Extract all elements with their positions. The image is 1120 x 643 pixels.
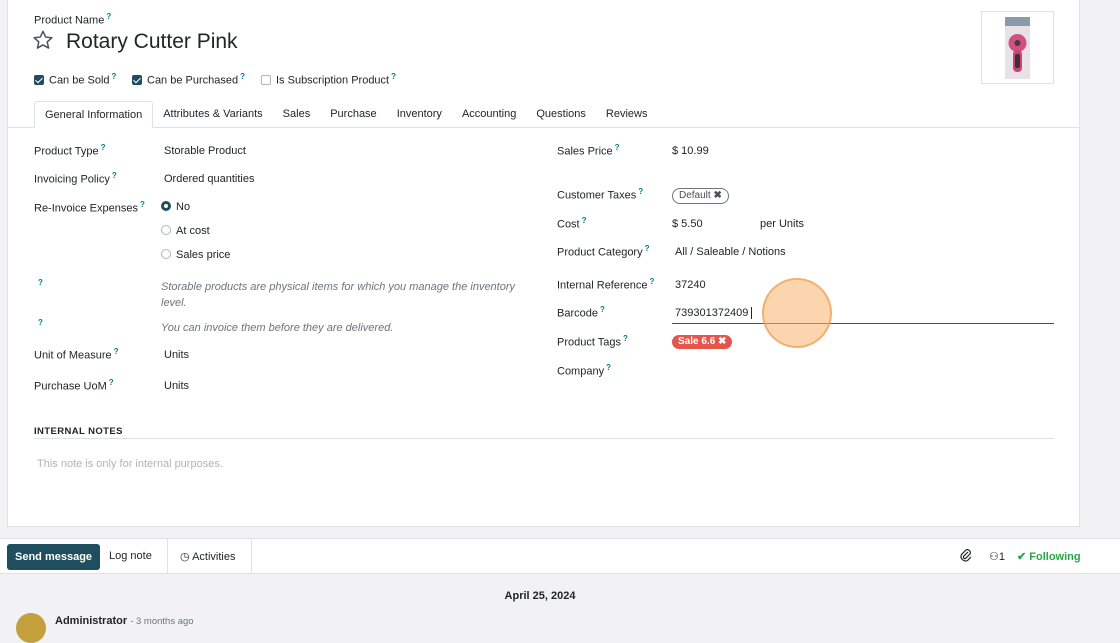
help-icon[interactable]: ? [38, 278, 43, 287]
customer-tax-badge[interactable]: Default ✖ [672, 188, 729, 204]
divider [251, 539, 252, 574]
checkbox-is-subscription[interactable]: Is Subscription Product? [261, 72, 396, 87]
cost-unit-text: per Units [760, 218, 805, 230]
internal-notes-title: INTERNAL NOTES [34, 426, 123, 437]
checkbox-checked-icon[interactable] [34, 74, 44, 85]
following-button[interactable]: ✔ Following [1017, 550, 1081, 563]
chatter-topbar: Send message Log note ◷ Activities ⚇1 ✔ … [0, 538, 1120, 574]
product-tags-label: Product Tags? [557, 334, 628, 349]
followers-button[interactable]: ⚇1 [989, 550, 1005, 563]
cost-field[interactable]: $ 5.50 [672, 218, 703, 230]
sales-price-label: Sales Price? [557, 143, 620, 158]
checkbox-checked-icon[interactable] [132, 74, 142, 85]
cost-label: Cost? [557, 216, 587, 231]
message-author-line: Administrator - 3 months ago [55, 615, 194, 627]
message-time: - 3 months ago [130, 616, 194, 627]
invoicing-policy-label: Invoicing Policy? [34, 171, 117, 186]
radio-at-cost[interactable]: At cost [161, 225, 210, 237]
checkbox-can-be-sold[interactable]: Can be Sold? [34, 72, 116, 87]
purchase-uom-label: Purchase UoM? [34, 378, 114, 393]
barcode-input[interactable]: 739301372409 [672, 304, 1054, 324]
radio-no[interactable]: No [161, 201, 190, 213]
text-cursor [751, 307, 752, 319]
reinvoice-expenses-label: Re-Invoice Expenses? [34, 200, 145, 215]
uom-label: Unit of Measure? [34, 347, 119, 362]
help-icon[interactable]: ? [106, 12, 111, 21]
tab-attributes-variants[interactable]: Attributes & Variants [153, 101, 272, 128]
log-note-button[interactable]: Log note [109, 550, 152, 562]
activities-button[interactable]: ◷ Activities [180, 550, 235, 563]
product-type-help-text: Storable products are physical items for… [161, 281, 516, 309]
invoicing-help-text: You can invoice them before they are del… [161, 322, 394, 334]
internal-notes-editor[interactable]: This note is only for internal purposes. [37, 458, 223, 470]
paperclip-icon[interactable] [959, 548, 972, 566]
checkmark-icon: ✔ [1017, 551, 1027, 563]
checkbox-can-be-purchased[interactable]: Can be Purchased? [132, 72, 245, 87]
notebook-tabs: General Information Attributes & Variant… [34, 101, 657, 128]
radio-selected-icon[interactable] [161, 201, 171, 211]
tab-questions[interactable]: Questions [526, 101, 596, 128]
sales-price-field[interactable]: $ 10.99 [672, 145, 709, 157]
product-name-field[interactable]: Rotary Cutter Pink [66, 30, 238, 54]
product-name-label: Product Name? [34, 12, 112, 27]
customer-taxes-label: Customer Taxes? [557, 187, 644, 202]
checkbox-unchecked-icon[interactable] [261, 74, 271, 85]
product-category-label: Product Category? [557, 244, 650, 259]
tab-purchase[interactable]: Purchase [320, 101, 386, 128]
clock-icon: ◷ [180, 551, 190, 563]
radio-sales-price[interactable]: Sales price [161, 249, 230, 261]
person-icon: ⚇ [989, 551, 999, 563]
favorite-star-icon[interactable] [32, 29, 54, 54]
internal-reference-label: Internal Reference? [557, 277, 655, 292]
tab-inventory[interactable]: Inventory [387, 101, 452, 128]
product-type-select[interactable]: Storable Product [164, 145, 246, 157]
tab-sales[interactable]: Sales [273, 101, 321, 128]
product-form-sheet: Product Name? Rotary Cutter Pink Can be … [7, 0, 1080, 527]
product-image[interactable] [981, 11, 1054, 84]
product-tag-badge[interactable]: Sale 6.6 ✖ [672, 335, 733, 349]
avatar[interactable] [16, 613, 46, 643]
internal-reference-field[interactable]: 37240 [675, 279, 706, 291]
message-date-separator: April 25, 2024 [504, 590, 576, 602]
notes-divider [34, 438, 1054, 439]
barcode-value: 739301372409 [675, 307, 749, 319]
uom-field[interactable]: Units [164, 349, 189, 361]
help-icon[interactable]: ? [38, 318, 43, 327]
radio-unselected-icon[interactable] [161, 249, 171, 259]
tab-accounting[interactable]: Accounting [452, 101, 526, 128]
product-type-label: Product Type? [34, 143, 106, 158]
tab-general-information[interactable]: General Information [34, 101, 154, 128]
send-message-button[interactable]: Send message [7, 544, 101, 570]
barcode-label: Barcode? [557, 305, 605, 320]
company-label: Company? [557, 363, 611, 378]
remove-tag-icon[interactable]: ✖ [718, 336, 726, 347]
tab-reviews[interactable]: Reviews [596, 101, 658, 128]
remove-tag-icon[interactable]: ✖ [713, 190, 721, 201]
purchase-uom-field[interactable]: Units [164, 380, 189, 392]
radio-unselected-icon[interactable] [161, 225, 171, 235]
click-highlight [762, 278, 832, 348]
divider [167, 539, 168, 574]
invoicing-policy-select[interactable]: Ordered quantities [164, 173, 255, 185]
product-category-field[interactable]: All / Saleable / Notions [675, 246, 786, 258]
message-author[interactable]: Administrator [55, 615, 127, 627]
